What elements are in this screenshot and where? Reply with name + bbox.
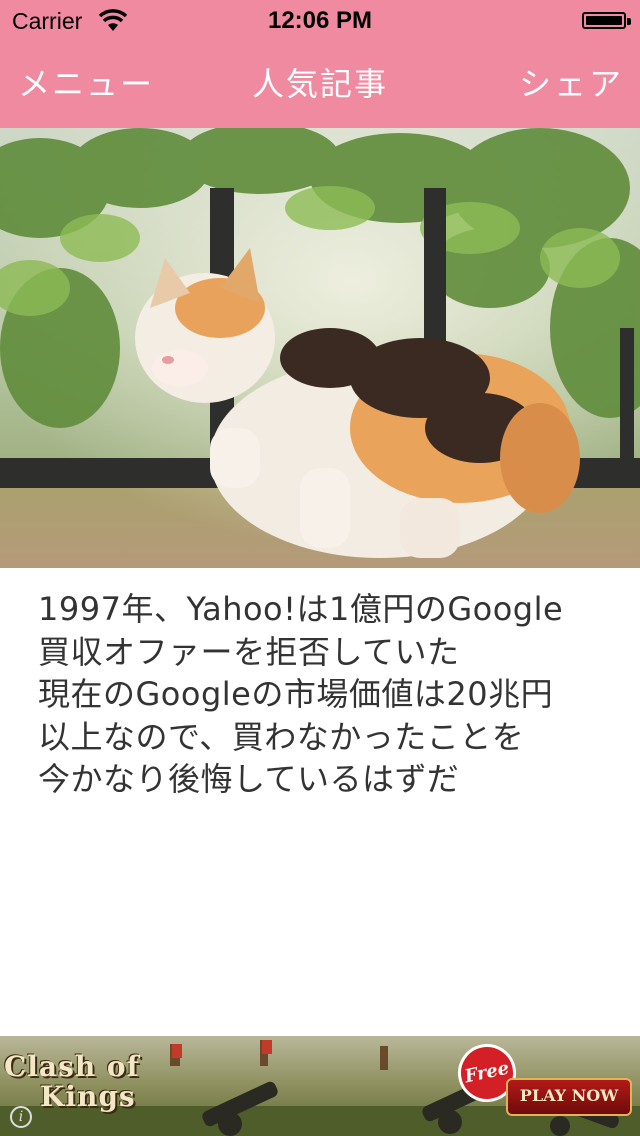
status-bar: Carrier 12:06 PM [0,0,640,40]
status-time: 12:06 PM [267,7,373,34]
header: Carrier 12:06 PM メニュー 人気記事 シェア [0,0,640,128]
article-text: 1997年、Yahoo!は1億円のGoogle 買収オファーを拒否していた 現在… [38,590,564,798]
battery-cap [627,18,631,25]
info-icon[interactable]: i [10,1106,32,1128]
ad-banner[interactable]: Clash of Kings Free PLAY NOW i [0,1036,640,1136]
battery-icon [582,12,626,29]
ad-logo-line2: Kings [40,1080,136,1113]
kitten-photo [0,128,640,568]
share-button[interactable]: シェア [519,40,624,128]
hero-image [0,128,640,568]
play-now-button[interactable]: PLAY NOW [506,1078,632,1116]
ad-logo: Clash of Kings [4,1052,164,1112]
navigation-bar: メニュー 人気記事 シェア [0,40,640,128]
ad-logo-line1: Clash of [4,1050,140,1083]
